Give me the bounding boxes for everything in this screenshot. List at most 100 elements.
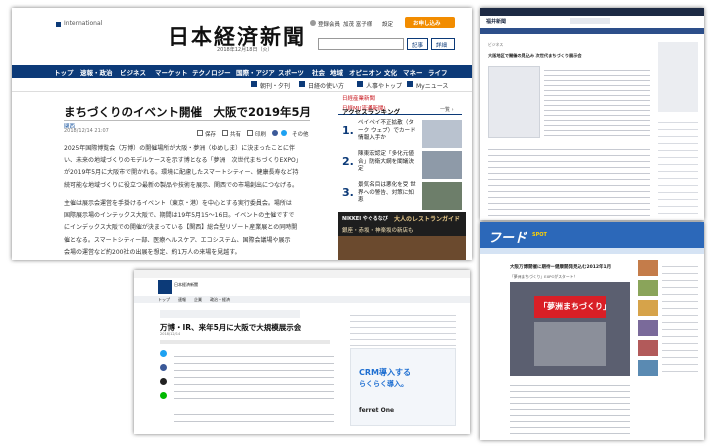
save-icon[interactable]: [197, 130, 203, 136]
s4-body-text: [174, 408, 334, 428]
ad-photo: [338, 236, 466, 260]
expo-banner: [534, 322, 606, 366]
print-button[interactable]: 印刷: [255, 130, 266, 138]
nav-item[interactable]: ライフ: [428, 67, 448, 77]
s4-tab[interactable]: 政治・経済: [210, 297, 230, 303]
member-label[interactable]: 登録会員: [318, 20, 340, 28]
s4-top-bar: [134, 270, 470, 278]
nav-item[interactable]: ビジネス: [120, 67, 146, 77]
article-line: 2025年国際博覧会（万博）の開催場所が大阪・夢洲（ゆめしま）に決まったことに伴: [64, 145, 296, 152]
edition-dot: [56, 22, 61, 27]
food-nav: [480, 248, 704, 254]
article-paragraph-2: 主催は展示会運営を手掛けるイベント（東京・港）を中心とする実行委員会。場所は 国…: [64, 198, 310, 259]
food-logo-sub: SPOT: [532, 232, 547, 238]
s4-logo-text: 日本経済新聞: [174, 282, 198, 287]
more-button[interactable]: その他: [292, 130, 309, 138]
subnav-item[interactable]: 朝刊・夕刊: [260, 81, 290, 90]
nav-item[interactable]: 地域: [330, 67, 343, 77]
article-line: が2019年5月に大阪市で開かれる。環境に配慮したスマートシティー、健康長寿など…: [64, 169, 299, 177]
sidebar-thumb[interactable]: [638, 260, 658, 276]
ranking-text: 景気名目は悪化を受 世界への警告、対策に知恵: [358, 182, 416, 203]
s4-facebook-icon[interactable]: [160, 364, 167, 371]
nav-item[interactable]: スポーツ: [278, 67, 304, 77]
sidebar-thumb[interactable]: [638, 340, 658, 356]
nav-item[interactable]: マーケット: [155, 67, 188, 77]
detail-search-label: 詳細: [436, 43, 448, 49]
nav-item[interactable]: オピニオン: [349, 67, 382, 77]
article-text-block: [544, 66, 650, 136]
user-icon: [310, 20, 316, 26]
food-header: フード SPOT: [480, 222, 704, 248]
mynews-icon: [407, 81, 413, 87]
search-button[interactable]: 記事: [407, 38, 428, 50]
nav-item[interactable]: 文化: [384, 67, 397, 77]
print-icon[interactable]: [247, 130, 253, 136]
s4-logo-box[interactable]: [158, 280, 172, 294]
sidebar-list: [658, 116, 698, 216]
nav-item[interactable]: トップ: [54, 67, 74, 77]
share-icon[interactable]: [222, 130, 228, 136]
nav-item[interactable]: 国際・アジア: [236, 67, 275, 77]
s4-tab[interactable]: 速報: [178, 297, 186, 303]
article-line: 続可能な地域づくりに役立つ最新の製品や技術を展示、関西での市場創出につなげる。: [64, 181, 299, 189]
save-button[interactable]: 保存: [205, 130, 216, 138]
food-article-screenshot: フード SPOT 大阪万博開催に期待ー健康開発見込む2012年1月 「夢洲まちづ…: [480, 222, 704, 440]
ranking-text: 陳東宏認定「多化元値合」防衛大綱を閣議決定: [358, 151, 414, 172]
search-input[interactable]: [318, 38, 404, 50]
settings-link[interactable]: 設定: [382, 20, 393, 28]
nav-item[interactable]: 社会: [312, 67, 325, 77]
s4-line-icon[interactable]: [160, 392, 167, 399]
detail-search-button[interactable]: 詳細: [431, 38, 455, 50]
sidebar-thumb[interactable]: [638, 280, 658, 296]
s4-tab[interactable]: 企業: [194, 297, 202, 303]
food-body-text: [510, 380, 630, 434]
s4-share-bar: [160, 340, 330, 344]
nav-item[interactable]: 速報・政治: [80, 67, 113, 77]
gurunavi-ad[interactable]: NIKKEI やぐるなび 大人のレストランガイド 銀座・赤坂・神楽坂の新店も: [338, 212, 466, 260]
section-label[interactable]: ビジネス: [488, 42, 503, 48]
ranking-number: 3.: [342, 186, 354, 199]
s4-date: 2018/12/14: [160, 332, 181, 336]
ranking-more-link[interactable]: 一覧 ›: [440, 106, 454, 113]
s4-note-icon[interactable]: [160, 378, 167, 385]
article-text-block: [488, 144, 650, 218]
guide-icon: [299, 81, 305, 87]
article-line: 国際展示場のインテックス大阪で、期間は19年5月15～16日。イベントの主催です…: [64, 212, 295, 220]
s4-twitter-icon[interactable]: [160, 350, 167, 357]
sidebar-ad[interactable]: [658, 42, 698, 112]
article-line: い、未来の地域づくりのモデルケースを示す博となる「夢洲 次世代まちづくりEXPO…: [64, 157, 302, 165]
sidebar-link[interactable]: 日経産業新聞: [342, 94, 375, 102]
edition-label[interactable]: International: [64, 20, 102, 27]
nikkei-mobile-screenshot: 日本経済新聞 トップ 速報 企業 政治・経済 万博・IR、来年5月に大阪で大規模…: [134, 270, 470, 434]
facebook-icon[interactable]: [272, 130, 278, 136]
subscribe-button[interactable]: お申し込み: [405, 17, 455, 28]
sidebar-thumb[interactable]: [638, 320, 658, 336]
paper-icon: [251, 81, 257, 87]
sidebar-thumb[interactable]: [638, 360, 658, 376]
top-bar: [480, 8, 704, 16]
share-button[interactable]: 共有: [230, 130, 241, 138]
s4-tab[interactable]: トップ: [158, 297, 170, 303]
subnav-item[interactable]: 人事やトップ: [366, 81, 402, 90]
twitter-icon[interactable]: [281, 130, 287, 136]
food-logo[interactable]: フード: [488, 227, 527, 246]
subscribe-button-label: お申し込み: [413, 21, 441, 27]
user-name[interactable]: 加茂 富子様: [343, 20, 372, 28]
crm-ad[interactable]: CRM導入する らくらく導入。 ferret One: [350, 348, 456, 426]
header-search[interactable]: [570, 18, 610, 24]
article-line: 催となる。スマートシティー部、医療ヘルスケア、エコシステム、国際会議場や展示: [64, 236, 291, 244]
article-paragraph-1: 2025年国際博覧会（万博）の開催場所が大阪・夢洲（ゆめしま）に決まったことに伴…: [64, 143, 310, 192]
nav-item[interactable]: マネー: [403, 67, 423, 77]
subnav-item[interactable]: 日経の使い方: [308, 81, 344, 90]
subnav-item[interactable]: Myニュース: [416, 81, 448, 90]
site-logo[interactable]: 福井新聞: [486, 18, 506, 25]
sidebar-thumb[interactable]: [638, 300, 658, 316]
s4-breadcrumb: [160, 310, 300, 318]
s4-headline: 万博・IR、来年5月に大阪で大規模展示会: [160, 323, 302, 332]
main-nav: トップ 速報・政治 ビジネス マーケット テクノロジー 国際・アジア スポーツ …: [12, 65, 472, 78]
article-datetime: 2018/12/14 21:07: [64, 128, 109, 134]
ad-subtitle: 大人のレストランガイド: [394, 216, 461, 223]
nav-item[interactable]: テクノロジー: [192, 67, 231, 77]
ad-title: NIKKEI やぐるなび: [342, 216, 388, 222]
expo-sign-text: 「夢洲まちづくり」: [539, 302, 611, 311]
